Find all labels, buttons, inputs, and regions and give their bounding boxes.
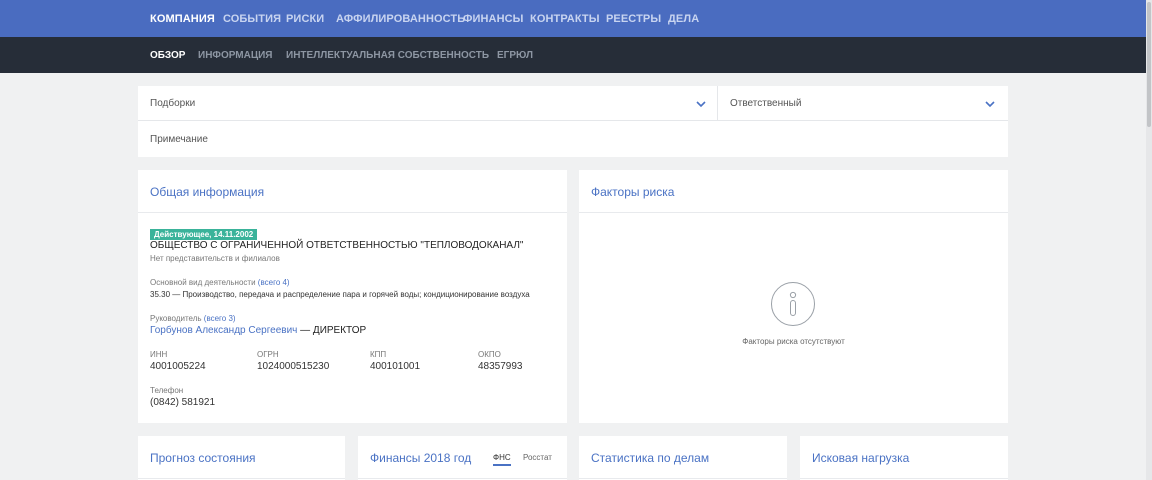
- subtab-information[interactable]: ИНФОРМАЦИЯ: [198, 50, 273, 61]
- chevron-down-icon: [985, 101, 995, 108]
- head-name-link[interactable]: Горбунов Александр Сергеевич: [150, 325, 297, 336]
- head-role: — ДИРЕКТОР: [297, 325, 367, 336]
- tab-risks[interactable]: РИСКИ: [286, 13, 324, 25]
- chevron-down-icon: [696, 101, 706, 108]
- subtab-intellectual-property[interactable]: ИНТЕЛЛЕКТУАЛЬНАЯ СОБСТВЕННОСТЬ: [286, 50, 489, 61]
- status-badge: Действующее, 14.11.2002: [150, 229, 258, 240]
- finance-card: Финансы 2018 год ФНС Росстат: [358, 436, 567, 480]
- card-title: Статистика по делам: [591, 451, 710, 465]
- card-title: Исковая нагрузка: [812, 451, 910, 465]
- card-header: Факторы риска: [579, 170, 1008, 213]
- page-scrollbar[interactable]: [1146, 0, 1152, 480]
- general-info-card: Общая информация Действующее, 14.11.2002…: [138, 170, 567, 423]
- top-navigation: КОМПАНИЯ СОБЫТИЯ РИСКИ АФФИЛИРОВАННОСТЬ …: [0, 0, 1146, 37]
- company-name: ОБЩЕСТВО С ОГРАНИЧЕННОЙ ОТВЕТСТВЕННОСТЬЮ…: [150, 240, 524, 251]
- tab-cases[interactable]: ДЕЛА: [668, 13, 699, 25]
- collections-select[interactable]: Подборки: [138, 86, 718, 121]
- kpp-value: 400101001: [370, 361, 421, 372]
- card-title: Финансы 2018 год: [370, 451, 472, 465]
- activity-label: Основной вид деятельности (всего 4): [150, 278, 290, 287]
- card-header: Общая информация: [138, 170, 567, 213]
- sub-navigation: ОБЗОР ИНФОРМАЦИЯ ИНТЕЛЛЕКТУАЛЬНАЯ СОБСТВ…: [0, 37, 1146, 73]
- inn-label: ИНН: [150, 350, 168, 359]
- okpo-label: ОКПО: [478, 350, 501, 359]
- card-title: Факторы риска: [591, 185, 675, 199]
- head-count-link[interactable]: (всего 3): [204, 314, 236, 323]
- activity-count-link[interactable]: (всего 4): [258, 278, 290, 287]
- tab-fns[interactable]: ФНС: [493, 453, 511, 466]
- responsible-select[interactable]: Ответственный: [718, 86, 1008, 121]
- responsible-select-label: Ответственный: [730, 98, 802, 109]
- activity-text: 35.30 — Производство, передача и распред…: [150, 290, 530, 299]
- claims-load-card: Исковая нагрузка: [800, 436, 1008, 480]
- card-header: Статистика по делам: [579, 436, 787, 479]
- card-header: Исковая нагрузка: [800, 436, 1008, 479]
- risk-factors-card: Факторы риска Факторы риска отсутствуют: [579, 170, 1008, 423]
- inn-value: 4001005224: [150, 361, 206, 372]
- subtab-overview[interactable]: ОБЗОР: [150, 50, 185, 61]
- card-title: Общая информация: [150, 185, 265, 199]
- tab-events[interactable]: СОБЫТИЯ: [223, 13, 281, 25]
- card-header: Финансы 2018 год ФНС Росстат: [358, 436, 567, 479]
- tab-contracts[interactable]: КОНТРАКТЫ: [530, 13, 600, 25]
- tab-affiliation[interactable]: АФФИЛИРОВАННОСТЬ: [336, 13, 465, 25]
- collections-select-label: Подборки: [150, 98, 196, 109]
- empty-state-text: Факторы риска отсутствуют: [742, 337, 845, 346]
- tab-rosstat[interactable]: Росстат: [523, 453, 552, 462]
- scrollbar-thumb[interactable]: [1147, 2, 1151, 127]
- head-label: Руководитель (всего 3): [150, 314, 236, 323]
- card-header: Прогноз состояния: [138, 436, 345, 479]
- note-field[interactable]: Примечание: [150, 134, 208, 145]
- filters-panel: Подборки Ответственный Примечание: [138, 86, 1008, 157]
- subtab-egrul[interactable]: ЕГРЮЛ: [497, 50, 533, 61]
- kpp-label: КПП: [370, 350, 387, 359]
- case-statistics-card: Статистика по делам: [579, 436, 787, 480]
- branches-text: Нет представительств и филиалов: [150, 254, 280, 263]
- forecast-card: Прогноз состояния: [138, 436, 345, 480]
- ogrn-label: ОГРН: [257, 350, 279, 359]
- head-line: Горбунов Александр Сергеевич — ДИРЕКТОР: [150, 325, 366, 336]
- ogrn-value: 1024000515230: [257, 361, 330, 372]
- phone-label: Телефон: [150, 386, 184, 395]
- tab-finance[interactable]: ФИНАНСЫ: [463, 13, 524, 25]
- card-title: Прогноз состояния: [150, 451, 256, 465]
- phone-value: (0842) 581921: [150, 397, 216, 408]
- tab-registries[interactable]: РЕЕСТРЫ: [606, 13, 661, 25]
- tab-company[interactable]: КОМПАНИЯ: [150, 13, 215, 25]
- info-icon: [771, 282, 815, 326]
- okpo-value: 48357993: [478, 361, 523, 372]
